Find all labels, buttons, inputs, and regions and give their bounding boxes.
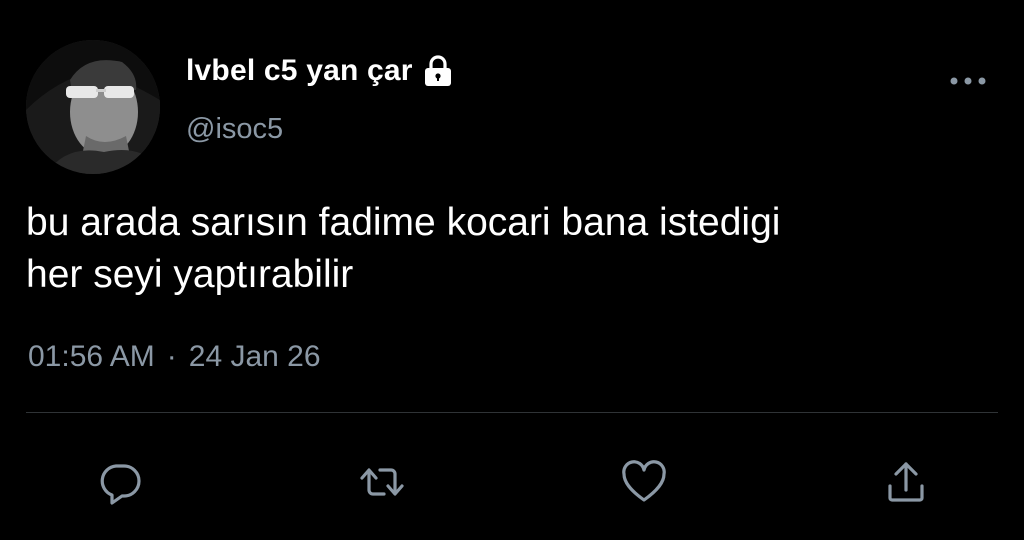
tweet-time[interactable]: 01:56 AM bbox=[28, 340, 155, 374]
reply-button[interactable] bbox=[90, 452, 150, 512]
more-icon[interactable] bbox=[948, 66, 988, 96]
tweet-date[interactable]: 24 Jan 26 bbox=[189, 340, 321, 374]
tweet-text: bu arada sarısın fadime kocari bana iste… bbox=[26, 201, 781, 296]
retweet-button[interactable] bbox=[352, 452, 412, 512]
tweet-card: lvbel c5 yan çar @isoc5 bu arada sarısın… bbox=[0, 0, 1024, 540]
avatar-photo bbox=[26, 40, 160, 174]
action-bar bbox=[0, 440, 1024, 520]
like-button[interactable] bbox=[614, 452, 674, 512]
lock-icon bbox=[424, 55, 451, 86]
display-name[interactable]: lvbel c5 yan çar bbox=[186, 54, 413, 88]
avatar[interactable] bbox=[26, 40, 160, 174]
user-handle[interactable]: @isoc5 bbox=[186, 113, 283, 146]
meta-separator: · bbox=[166, 340, 177, 373]
share-icon bbox=[888, 462, 924, 502]
retweet-icon bbox=[360, 468, 404, 496]
share-button[interactable] bbox=[876, 452, 936, 512]
name-row: lvbel c5 yan çar bbox=[186, 54, 455, 88]
heart-icon bbox=[622, 460, 666, 502]
reply-icon bbox=[100, 464, 141, 505]
tweet-meta: 01:56 AM · 24 Jan 26 bbox=[28, 340, 321, 374]
divider bbox=[26, 412, 998, 413]
